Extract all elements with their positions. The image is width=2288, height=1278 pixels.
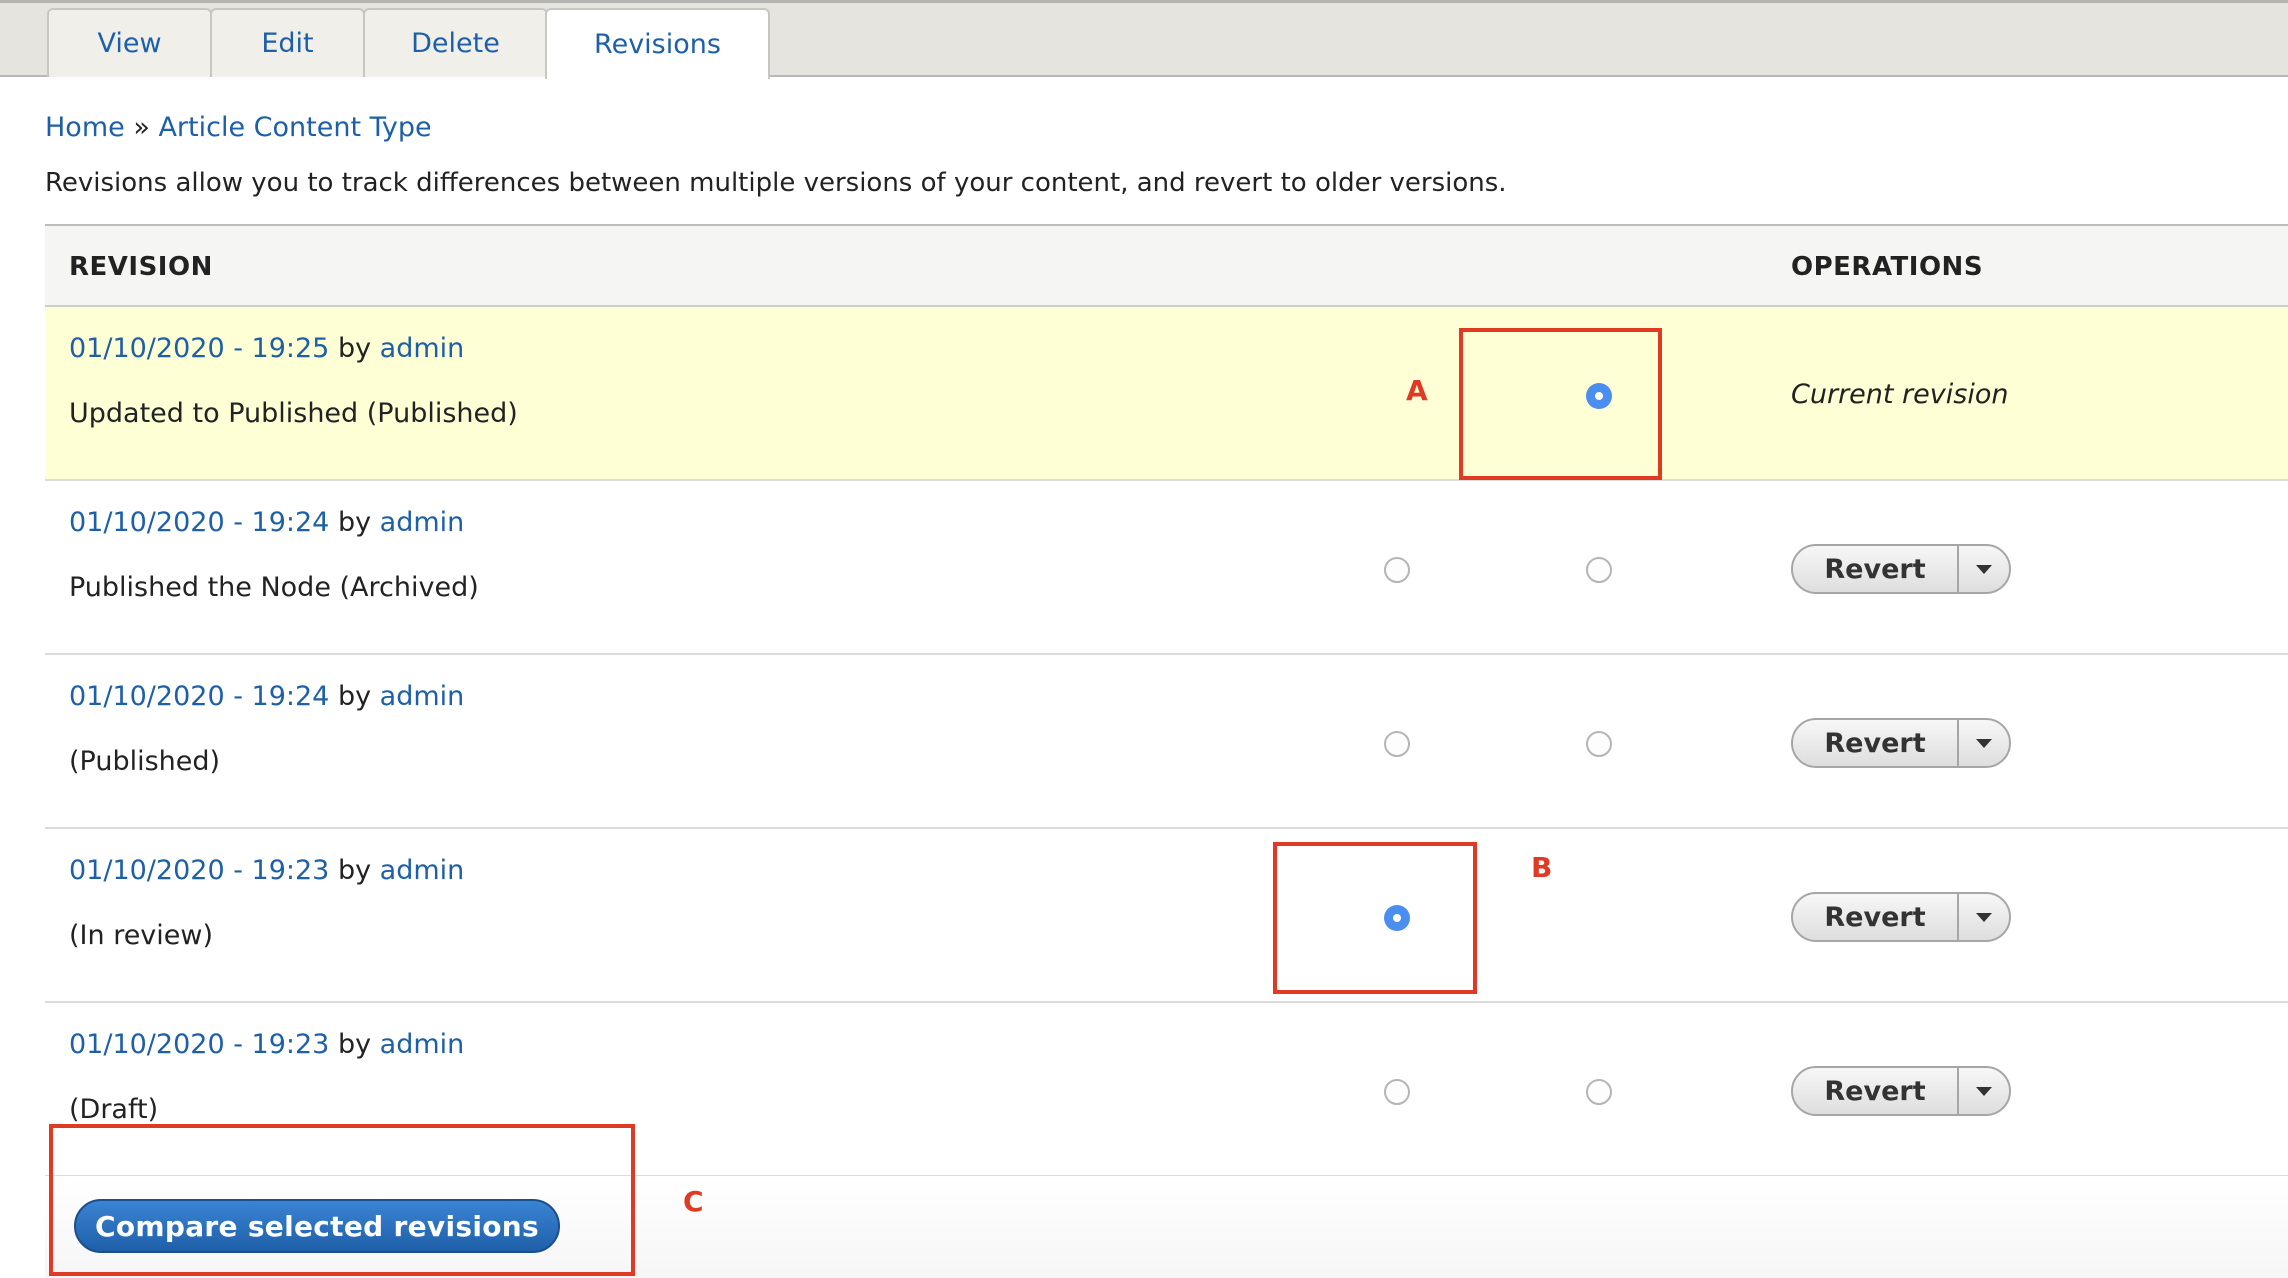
revision-date[interactable]: 01/10/2020 - 19:25: [69, 333, 329, 364]
revision-by: by: [337, 855, 372, 886]
compare-left-radio[interactable]: [1384, 731, 1410, 757]
revision-by: by: [337, 681, 372, 712]
revert-dropbutton: Revert: [1791, 718, 2011, 768]
revision-author-link[interactable]: admin: [380, 681, 465, 712]
revision-date[interactable]: 01/10/2020 - 19:24: [69, 681, 329, 712]
caret-down-icon: [1976, 1086, 1992, 1096]
tab-revisions-label: Revisions: [594, 29, 721, 60]
revision-date-link: 01/10/2020 - 19:24 by admin: [69, 681, 464, 712]
annotation-label-a: A: [1406, 374, 1428, 407]
caret-down-icon: [1976, 912, 1992, 922]
revert-dropbutton: Revert: [1791, 892, 2011, 942]
tab-delete-label: Delete: [411, 28, 500, 59]
annotation-box-a: [1459, 328, 1662, 480]
breadcrumb: Home » Article Content Type: [45, 112, 432, 143]
revision-author-link[interactable]: admin: [380, 507, 465, 538]
revision-message: (Draft): [69, 1094, 159, 1125]
revision-date-link: 01/10/2020 - 19:23 by admin: [69, 855, 464, 886]
annotation-label-b: B: [1531, 851, 1553, 884]
revision-message: Updated to Published (Published): [69, 398, 518, 429]
revision-author-link[interactable]: admin: [380, 855, 465, 886]
column-header-operations: OPERATIONS: [1791, 252, 1984, 282]
caret-down-icon: [1976, 564, 1992, 574]
annotation-box-c: [49, 1124, 635, 1276]
revision-date[interactable]: 01/10/2020 - 19:24: [69, 507, 329, 538]
tab-revisions[interactable]: Revisions: [545, 8, 770, 79]
tab-edit-label: Edit: [261, 28, 314, 59]
column-header-revision: REVISION: [69, 252, 213, 282]
revision-date-link: 01/10/2020 - 19:25 by admin: [69, 333, 464, 364]
annotation-box-b: [1273, 842, 1477, 994]
tab-edit[interactable]: Edit: [210, 8, 365, 77]
annotation-label-c: C: [683, 1185, 704, 1218]
compare-right-radio[interactable]: [1586, 557, 1612, 583]
tab-view[interactable]: View: [47, 8, 212, 77]
revision-date[interactable]: 01/10/2020 - 19:23: [69, 855, 329, 886]
compare-left-radio[interactable]: [1384, 1079, 1410, 1105]
revert-toggle-button[interactable]: [1959, 546, 2009, 592]
revision-by: by: [337, 1029, 372, 1060]
revert-dropbutton: Revert: [1791, 1066, 2011, 1116]
breadcrumb-home-link[interactable]: Home: [45, 112, 125, 143]
revision-by: by: [337, 333, 372, 364]
revert-toggle-button[interactable]: [1959, 720, 2009, 766]
revision-date-link: 01/10/2020 - 19:24 by admin: [69, 507, 464, 538]
breadcrumb-current-link[interactable]: Article Content Type: [158, 112, 431, 143]
revision-date[interactable]: 01/10/2020 - 19:23: [69, 1029, 329, 1060]
revert-button[interactable]: Revert: [1793, 894, 1959, 940]
revision-message: Published the Node (Archived): [69, 572, 479, 603]
compare-right-radio[interactable]: [1586, 1079, 1612, 1105]
revision-author-link[interactable]: admin: [380, 1029, 465, 1060]
revert-button[interactable]: Revert: [1793, 720, 1959, 766]
page-description: Revisions allow you to track differences…: [45, 168, 1507, 198]
revision-date-link: 01/10/2020 - 19:23 by admin: [69, 1029, 464, 1060]
compare-right-radio[interactable]: [1586, 731, 1612, 757]
revision-message: (In review): [69, 920, 214, 951]
revert-dropbutton: Revert: [1791, 544, 2011, 594]
revision-by: by: [337, 507, 372, 538]
revision-author-link[interactable]: admin: [380, 333, 465, 364]
revision-message: (Published): [69, 746, 221, 777]
caret-down-icon: [1976, 738, 1992, 748]
revert-button[interactable]: Revert: [1793, 1068, 1959, 1114]
revert-toggle-button[interactable]: [1959, 894, 2009, 940]
revert-toggle-button[interactable]: [1959, 1068, 2009, 1114]
breadcrumb-separator: »: [133, 112, 150, 143]
revert-button[interactable]: Revert: [1793, 546, 1959, 592]
compare-left-radio[interactable]: [1384, 557, 1410, 583]
current-revision-label: Current revision: [1791, 379, 2009, 410]
tab-view-label: View: [97, 28, 162, 59]
tab-delete[interactable]: Delete: [363, 8, 548, 77]
